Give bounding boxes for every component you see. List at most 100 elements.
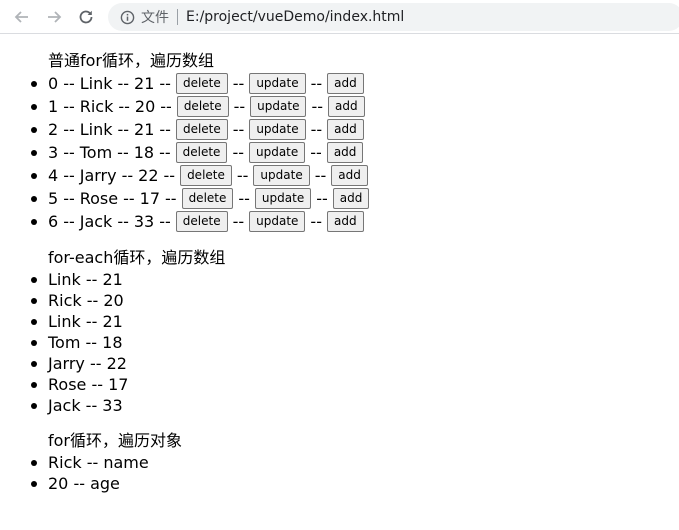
arrow-left-icon <box>14 10 28 23</box>
list-item: Link -- 21 <box>31 311 679 332</box>
row-age: 21 <box>134 73 155 93</box>
separator: -- <box>233 96 246 116</box>
delete-button[interactable]: delete <box>175 211 228 232</box>
update-button[interactable]: update <box>249 73 306 94</box>
delete-button[interactable]: delete <box>181 188 234 209</box>
list-item: Jack -- 33 <box>31 395 679 416</box>
separator: -- <box>63 96 75 116</box>
list-item: Tom -- 18 <box>31 332 679 353</box>
add-button[interactable]: add <box>327 73 364 94</box>
add-button[interactable]: add <box>327 119 364 140</box>
object-for-list: Rick -- name 20 -- age <box>31 452 679 494</box>
separator: -- <box>159 73 171 93</box>
update-button[interactable]: update <box>249 119 306 140</box>
separator: -- <box>63 142 75 162</box>
delete-button[interactable]: delete <box>175 142 228 163</box>
separator: -- <box>160 96 172 116</box>
separator: -- <box>232 73 245 93</box>
list-item: 5 -- Rose -- 17 -- delete -- update -- add <box>31 187 679 210</box>
separator: -- <box>310 73 323 93</box>
delete-button[interactable]: delete <box>176 96 229 117</box>
delete-button[interactable]: delete <box>180 165 232 186</box>
list-item: 0 -- Link -- 21 -- delete -- update -- add <box>31 72 679 95</box>
row-name: Link <box>79 119 113 139</box>
row-name: Jarry <box>79 165 117 185</box>
row-name: Rose <box>79 188 119 208</box>
separator: -- <box>316 188 328 208</box>
row-index: 5 <box>48 188 59 208</box>
row-index: 1 <box>48 96 59 116</box>
list-item: 20 -- age <box>31 473 679 494</box>
row-age: 20 <box>134 96 156 116</box>
list-item: Link -- 21 <box>31 269 679 290</box>
row-name: Tom <box>79 142 113 162</box>
row-name: Rick <box>79 96 114 116</box>
info-icon[interactable] <box>120 10 135 25</box>
row-name: Jack <box>79 211 113 231</box>
add-button[interactable]: add <box>326 142 364 163</box>
separator: -- <box>121 165 134 185</box>
browser-toolbar: 文件 E:/project/vueDemo/index.html <box>0 0 679 34</box>
row-index: 3 <box>48 142 59 162</box>
separator: -- <box>163 165 176 185</box>
separator: -- <box>63 119 75 139</box>
row-name: Link <box>79 73 113 93</box>
add-button[interactable]: add <box>331 165 368 186</box>
reload-icon <box>79 10 93 23</box>
separator: -- <box>232 142 244 162</box>
row-age: 17 <box>139 188 161 208</box>
add-button[interactable]: add <box>332 188 370 209</box>
separator: -- <box>117 142 129 162</box>
separator: -- <box>117 119 130 139</box>
separator: -- <box>118 96 130 116</box>
list-item: 4 -- Jarry -- 22 -- delete -- update -- add <box>31 164 679 187</box>
delete-button[interactable]: delete <box>175 73 228 94</box>
list-item: 1 -- Rick -- 20 -- delete -- update -- add <box>31 95 679 118</box>
row-age: 21 <box>134 119 155 139</box>
separator: -- <box>123 188 135 208</box>
row-age: 22 <box>138 165 159 185</box>
separator: -- <box>165 188 177 208</box>
add-button[interactable]: add <box>326 211 364 232</box>
separator: -- <box>232 119 245 139</box>
update-button[interactable]: update <box>250 96 307 117</box>
for-each-list: Link -- 21 Rick -- 20 Link -- 21 Tom -- 18 J… <box>31 269 679 416</box>
forward-button[interactable] <box>42 5 66 29</box>
delete-button[interactable]: delete <box>175 119 228 140</box>
reload-button[interactable] <box>74 5 98 29</box>
separator: -- <box>232 211 245 231</box>
address-bar[interactable]: 文件 E:/project/vueDemo/index.html <box>108 3 679 31</box>
separator: -- <box>310 211 322 231</box>
omnibox-divider <box>177 9 178 25</box>
back-button[interactable] <box>10 5 34 29</box>
list-item: 3 -- Tom -- 18 -- delete -- update -- add <box>31 141 679 164</box>
page-content: 普通for循环，遍历数组 0 -- Link -- 21 -- delete -- update… <box>0 34 679 494</box>
separator: -- <box>159 119 171 139</box>
list-item: Rick -- 20 <box>31 290 679 311</box>
row-index: 0 <box>48 73 59 93</box>
separator: -- <box>63 188 75 208</box>
separator: -- <box>311 96 323 116</box>
separator: -- <box>63 211 75 231</box>
separator: -- <box>159 142 171 162</box>
site-label: 文件 <box>141 10 169 26</box>
update-button[interactable]: update <box>249 211 306 232</box>
list-item: Rick -- name <box>31 452 679 473</box>
separator: -- <box>63 73 75 93</box>
row-age: 18 <box>133 142 155 162</box>
separator: -- <box>314 165 327 185</box>
add-button[interactable]: add <box>328 96 365 117</box>
separator: -- <box>236 165 249 185</box>
separator: -- <box>310 119 323 139</box>
row-index: 6 <box>48 211 59 231</box>
row-index: 4 <box>48 165 59 185</box>
section-title-object-for: for循环，遍历对象 <box>48 431 183 450</box>
separator: -- <box>310 142 322 162</box>
separator: -- <box>117 73 130 93</box>
url-text[interactable]: E:/project/vueDemo/index.html <box>186 9 404 25</box>
update-button[interactable]: update <box>248 142 306 163</box>
list-item: Rose -- 17 <box>31 374 679 395</box>
update-button[interactable]: update <box>254 188 312 209</box>
separator: -- <box>238 188 250 208</box>
update-button[interactable]: update <box>253 165 310 186</box>
